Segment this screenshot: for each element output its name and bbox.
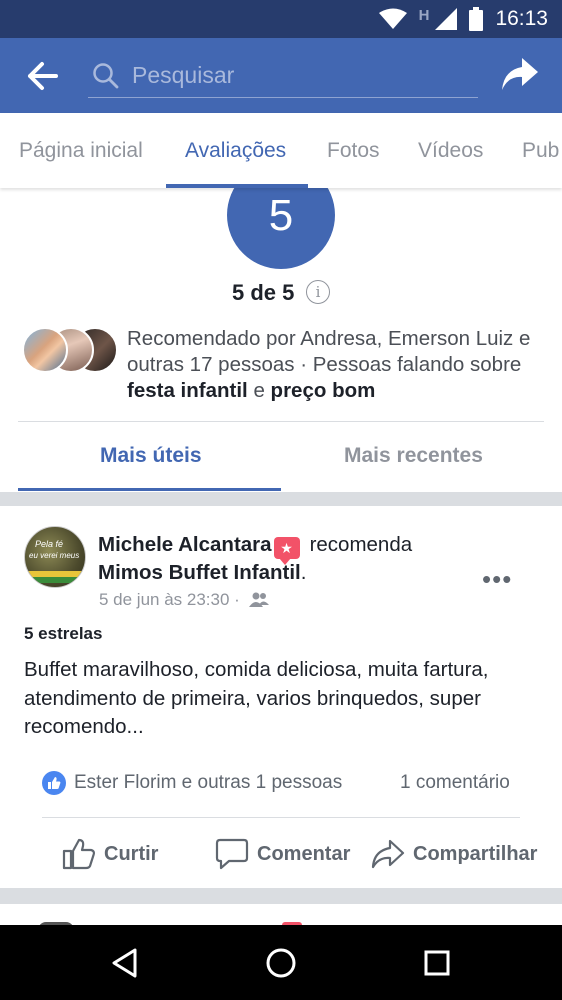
avatar-caption: eu verei meus [29,551,80,560]
arrow-left-icon [28,62,58,90]
avatar-decoration [25,577,85,583]
section-separator [0,888,562,904]
comment-bubble-icon [215,838,249,870]
comments-count[interactable]: 1 comentário [400,772,510,794]
tab-posts[interactable]: Pub [522,139,559,163]
share-label: Compartilhar [413,842,538,865]
review-text: Buffet maravilhoso, comida deliciosa, mu… [24,658,489,738]
post-meta: 5 de jun às 23:30 · [99,590,269,610]
signal-icon [435,8,458,30]
share-page-button[interactable] [500,56,540,94]
topic-link[interactable]: preço bom [271,379,376,402]
status-icons: H 16:13 [378,6,548,32]
topic-link[interactable]: festa infantil [127,379,248,402]
page-tabs: Página inicial Avaliações Fotos Vídeos P… [0,113,562,188]
search-placeholder: Pesquisar [132,62,235,88]
recommend-verb: recomenda [309,533,413,556]
conjunction-text: e [247,379,271,402]
square-recents-icon [424,950,450,976]
share-arrow-icon [371,839,405,869]
more-options-button[interactable]: ••• [482,564,512,595]
tab-home[interactable]: Página inicial [19,139,143,163]
back-button[interactable] [26,60,60,92]
like-button[interactable]: Curtir [62,836,158,872]
network-type-label: H [418,6,430,24]
battery-icon [469,7,484,31]
comment-label: Comentar [257,842,351,865]
star-rating-label: 5 estrelas [24,624,103,643]
tab-reviews[interactable]: Avaliações [185,139,286,163]
like-reaction-icon [42,771,66,795]
status-bar: H 16:13 [0,0,562,38]
author-avatar[interactable]: Pela fé eu verei meus [24,526,86,588]
recommend-badge-icon: ★ [273,537,300,565]
nav-home-button[interactable] [263,945,299,981]
reactions-summary[interactable]: Ester Florim e outras 1 pessoas [42,770,342,796]
rating-summary: 5 de 5 [232,280,295,305]
sort-tab-indicator [18,488,281,491]
comment-button[interactable]: Comentar [215,836,350,872]
section-separator [0,492,562,506]
page-name-link[interactable]: Mimos Buffet Infantil [98,561,301,584]
thumbs-up-icon [62,838,96,870]
share-button[interactable]: Compartilhar [371,836,537,872]
recommendation-summary: Recomendado por Andresa, Emerson Luiz e … [127,326,547,404]
app-bar: Pesquisar [0,38,562,113]
info-icon[interactable]: i [306,280,330,304]
post-header: Michele Alcantara ★ recomenda Mimos Buffet… [98,531,498,587]
divider [42,817,520,818]
avatar-caption: Pela fé [35,539,64,549]
like-label: Curtir [104,842,159,865]
system-nav-bar [0,925,562,1000]
sort-most-recent-tab[interactable]: Mais recentes [344,444,483,468]
tab-photos[interactable]: Fotos [327,139,380,163]
friends-audience-icon [248,592,269,607]
active-tab-indicator [166,184,308,188]
clock: 16:13 [495,7,548,30]
tab-videos[interactable]: Vídeos [418,139,483,163]
sort-most-helpful-tab[interactable]: Mais úteis [100,444,202,468]
nav-back-button[interactable] [107,945,143,981]
next-post-preview [0,904,562,930]
triangle-back-icon [112,948,137,978]
post-date[interactable]: 5 de jun às 23:30 · [99,590,240,609]
divider [18,421,544,422]
avatar[interactable] [22,327,68,373]
nav-recents-button[interactable] [419,945,455,981]
search-input[interactable]: Pesquisar [88,52,478,98]
recommendation-text: Recomendado por Andresa, Emerson Luiz e … [127,327,531,376]
share-arrow-icon [502,58,538,90]
reactions-text: Ester Florim e outras 1 pessoas [74,772,343,793]
wifi-icon [378,8,407,29]
author-name[interactable]: Michele Alcantara [98,533,272,556]
search-icon [93,63,119,89]
screen: H 16:13 Pesquisar Página inicial Avaliaç… [0,0,562,1000]
circle-home-icon [266,948,296,978]
punctuation: . [300,561,307,584]
